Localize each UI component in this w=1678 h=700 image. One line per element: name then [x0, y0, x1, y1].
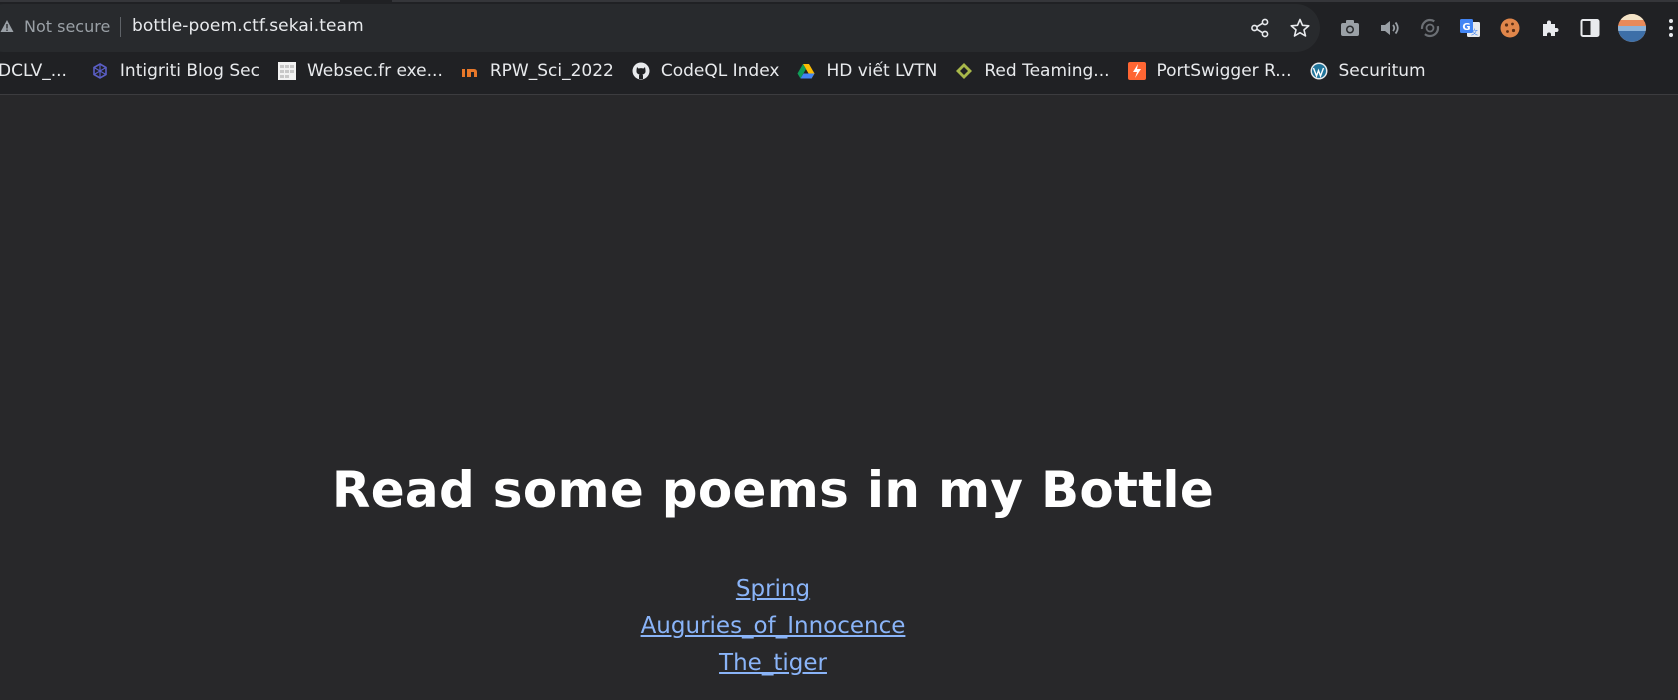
bookmark-rpw[interactable]: RPW_Sci_2022 [461, 56, 624, 86]
github-icon [632, 62, 650, 80]
bookmark-codeql[interactable]: CodeQL Index [632, 56, 790, 86]
poem-link-auguries-of-innocence[interactable]: Auguries_of_Innocence [0, 608, 1546, 645]
bookmark-label: CodeQL Index [660, 61, 780, 81]
omnibox-separator [120, 17, 121, 37]
medium-icon [461, 69, 477, 77]
google-drive-icon [797, 64, 815, 79]
bookmark-red-teaming[interactable]: Red Teaming... [955, 56, 1119, 86]
profile-avatar[interactable] [1616, 12, 1648, 44]
poem-link-spring[interactable]: Spring [0, 571, 1546, 608]
bookmark-label: Securitum [1338, 61, 1426, 81]
browser-chrome: Not secure bottle-poem.ctf.sekai.team G … [0, 0, 1678, 95]
camera-icon[interactable] [1338, 16, 1362, 40]
bookmarks-bar: DCLV_... Intigriti Blog Sec Websec.fr ex… [0, 54, 1678, 88]
security-label: Not secure [24, 16, 111, 36]
speaker-icon[interactable] [1378, 16, 1402, 40]
puzzle-icon[interactable] [1538, 16, 1562, 40]
page-title: Read some poems in my Bottle [331, 461, 1215, 519]
intigriti-icon [93, 63, 107, 79]
portswigger-icon [1127, 62, 1146, 80]
bookmark-hd-lvtn[interactable]: HD viết LVTN [797, 56, 947, 86]
wordpress-icon [1310, 62, 1327, 80]
side-panel-icon[interactable] [1578, 16, 1602, 40]
bookmark-label: Red Teaming... [984, 61, 1110, 81]
url-text[interactable]: bottle-poem.ctf.sekai.team [132, 16, 364, 36]
security-chip[interactable]: Not secure [0, 15, 110, 37]
tab-edge-right [392, 0, 1678, 2]
bookmark-intigriti[interactable]: Intigriti Blog Sec [91, 56, 270, 86]
websec-icon [277, 62, 296, 80]
page-content: Read some poems in my Bottle Spring Augu… [0, 95, 1678, 700]
bookmark-securitum[interactable]: Securitum [1310, 56, 1436, 86]
bookmark-portswigger[interactable]: PortSwigger R... [1127, 56, 1302, 86]
address-bar-row: Not secure bottle-poem.ctf.sekai.team G … [0, 0, 1678, 52]
kebab-menu-icon[interactable] [1664, 16, 1678, 40]
bookmark-label: Intigriti Blog Sec [119, 61, 260, 81]
bookmark-label: HD viết LVTN [826, 61, 938, 81]
poem-list: Spring Auguries_of_Innocence The_tiger [0, 571, 1546, 682]
bookmark-label: Websec.fr exe... [306, 61, 443, 81]
cookie-icon[interactable] [1498, 16, 1522, 40]
bookmark-label: PortSwigger R... [1156, 61, 1292, 81]
share-icon[interactable] [1249, 17, 1271, 39]
svg-text:G: G [1462, 22, 1470, 33]
poem-link-the-tiger[interactable]: The_tiger [0, 645, 1546, 682]
sync-icon[interactable] [1418, 16, 1442, 40]
warning-icon [0, 20, 14, 32]
bookmark-label: RPW_Sci_2022 [489, 61, 614, 81]
translate-icon[interactable]: G 文 [1458, 16, 1482, 40]
redteam-icon [956, 63, 973, 79]
bookmark-label: DCLV_... [0, 61, 67, 81]
bookmark-websec[interactable]: Websec.fr exe... [277, 56, 453, 86]
tab-edge-left [0, 0, 340, 2]
star-icon[interactable] [1289, 17, 1311, 39]
svg-text:文: 文 [1471, 28, 1478, 37]
bookmark-dclv[interactable]: DCLV_... [0, 56, 77, 86]
